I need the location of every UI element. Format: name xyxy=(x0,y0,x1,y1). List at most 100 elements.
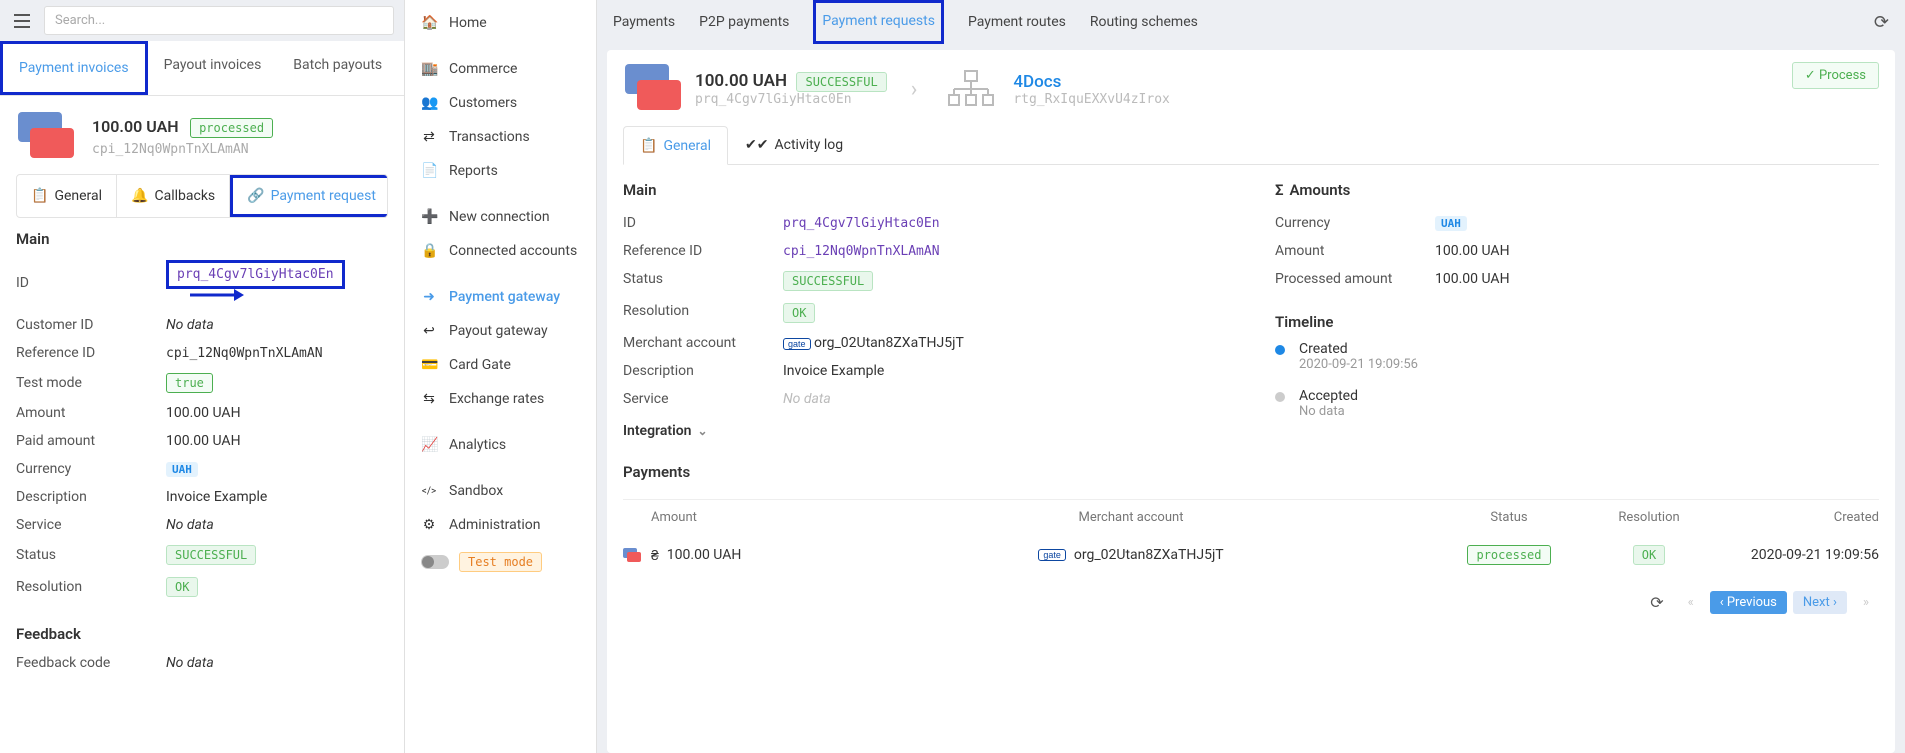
row-merchant-value: org_02Utan8ZXaTHJ5jT xyxy=(1074,547,1224,563)
menu-card-gate[interactable]: 💳Card Gate xyxy=(405,348,596,382)
right-main: Payments P2P payments Payment requests P… xyxy=(597,0,1905,753)
hamburger-icon[interactable] xyxy=(10,9,34,33)
menu-administration[interactable]: ⚙Administration xyxy=(405,508,596,542)
menu-new-connection-label: New connection xyxy=(449,209,550,225)
menu-new-connection[interactable]: ➕New connection xyxy=(405,200,596,234)
bc-texts: 100.00 UAH SUCCESSFUL prq_4Cgv7lGiyHtac0… xyxy=(695,71,887,107)
arrow-right-icon xyxy=(190,289,244,305)
reload-icon[interactable]: ⟳ xyxy=(1650,593,1663,612)
tab-batch-payouts[interactable]: Batch payouts xyxy=(277,41,398,95)
toptab-payment-routes[interactable]: Payment routes xyxy=(968,2,1066,42)
status-value: SUCCESSFUL xyxy=(166,545,256,565)
menu-reports[interactable]: 📄Reports xyxy=(405,154,596,188)
hryvnia-icon: ₴ xyxy=(651,547,659,564)
test-mode-toggle[interactable] xyxy=(421,555,449,569)
left-panel: Search... Payment invoices Payout invoic… xyxy=(0,0,405,753)
menu-payment-gateway-label: Payment gateway xyxy=(449,289,560,305)
timeline-accepted: Accepted No data xyxy=(1275,388,1879,419)
resolution-label: Resolution xyxy=(16,579,166,595)
toptab-payments[interactable]: Payments xyxy=(613,2,675,42)
service-value: No data xyxy=(166,517,388,533)
kv-id-label: ID xyxy=(623,215,783,231)
dtab-activity-log[interactable]: ✔✔Activity log xyxy=(728,126,860,164)
menu-commerce[interactable]: 🏬Commerce xyxy=(405,52,596,86)
integration-collapse[interactable]: Integration⌄ xyxy=(623,413,1227,449)
menu-sandbox-label: Sandbox xyxy=(449,483,503,499)
tab-deposit[interactable]: Deposit xyxy=(398,41,404,95)
check-icon: ✓ xyxy=(1805,68,1816,83)
pager-next[interactable]: Next › xyxy=(1793,591,1847,614)
menu-analytics-label: Analytics xyxy=(449,437,506,453)
toptab-payment-requests[interactable]: Payment requests xyxy=(813,0,944,44)
menu-analytics[interactable]: 📈Analytics xyxy=(405,428,596,462)
resolution-value: OK xyxy=(166,577,198,597)
menu-customers-label: Customers xyxy=(449,95,517,111)
menu-exchange-rates[interactable]: ⇆Exchange rates xyxy=(405,382,596,416)
toptab-routing-schemes[interactable]: Routing schemes xyxy=(1090,2,1198,42)
description-label: Description xyxy=(16,489,166,505)
toptab-p2p-payments[interactable]: P2P payments xyxy=(699,2,789,42)
bc-status-badge: SUCCESSFUL xyxy=(796,72,886,92)
menu-home[interactable]: 🏠Home xyxy=(405,6,596,40)
subtab-payment-request[interactable]: 🔗Payment request xyxy=(230,175,388,217)
chevron-down-icon: ⌄ xyxy=(697,424,707,438)
timeline-heading: Timeline xyxy=(1275,313,1879,331)
customer-id-value: No data xyxy=(166,317,388,333)
test-mode-label: Test mode xyxy=(16,375,166,391)
test-mode-badge: Test mode xyxy=(459,552,542,572)
tab-payout-invoices[interactable]: Payout invoices xyxy=(148,41,278,95)
kv-currency: CurrencyUAH xyxy=(1275,209,1879,237)
id-value[interactable]: prq_4Cgv7lGiyHtac0En xyxy=(166,260,345,289)
timeline-accepted-time: No data xyxy=(1299,404,1358,419)
file-icon: 📄 xyxy=(421,163,437,179)
kv-id-value[interactable]: prq_4Cgv7lGiyHtac0En xyxy=(783,216,940,231)
dtab-general[interactable]: 📋General xyxy=(623,126,728,165)
refresh-icon[interactable]: ⟳ xyxy=(1874,12,1889,33)
row-paid-amount: Paid amount100.00 UAH xyxy=(16,427,388,455)
search-input[interactable]: Search... xyxy=(44,6,394,35)
kv-status-value: SUCCESSFUL xyxy=(783,271,873,291)
reference-id-label: Reference ID xyxy=(16,345,166,361)
amount-value: 100.00 UAH xyxy=(166,405,388,421)
subtab-callbacks[interactable]: 🔔Callbacks xyxy=(117,175,230,217)
gate-badge: gate xyxy=(783,338,811,350)
row-amount: Amount100.00 UAH xyxy=(16,399,388,427)
subtab-general[interactable]: 📋General xyxy=(17,175,117,217)
section-main-heading: Main xyxy=(16,230,388,248)
status-badge: processed xyxy=(190,118,273,138)
kv-amount-label: Amount xyxy=(1275,243,1435,259)
process-button[interactable]: ✓ Process xyxy=(1792,62,1879,89)
kv-description-label: Description xyxy=(623,363,783,379)
link-icon: 🔗 xyxy=(247,188,264,204)
paid-amount-value: 100.00 UAH xyxy=(166,433,388,449)
dtab-general-label: General xyxy=(663,138,711,154)
kv-ref-value[interactable]: cpi_12Nq0WpnTnXLAmAN xyxy=(783,244,940,259)
pager-prev[interactable]: ‹ Previous xyxy=(1710,591,1787,614)
tab-payment-invoices[interactable]: Payment invoices xyxy=(0,41,148,95)
timeline-created-label: Created xyxy=(1299,341,1418,357)
users-icon: 👥 xyxy=(421,95,437,111)
table-row[interactable]: ₴ 100.00 UAH gateorg_02Utan8ZXaTHJ5jT pr… xyxy=(623,535,1879,575)
docs-link[interactable]: 4Docs xyxy=(1013,72,1170,92)
pager-last[interactable]: » xyxy=(1853,591,1879,614)
left-topbar: Search... xyxy=(0,0,404,41)
menu-payment-gateway[interactable]: ➜Payment gateway xyxy=(405,280,596,314)
kv-service-label: Service xyxy=(623,391,783,407)
menu-connected-accounts[interactable]: 🔒Connected accounts xyxy=(405,234,596,268)
menu-transactions[interactable]: ⇄Transactions xyxy=(405,120,596,154)
card-icon xyxy=(16,112,76,162)
menu-sandbox[interactable]: </>Sandbox xyxy=(405,474,596,508)
hero-texts: 100.00 UAH processed cpi_12Nq0WpnTnXLAmA… xyxy=(92,117,273,157)
bell-icon: 🔔 xyxy=(131,188,148,204)
menu-payout-gateway[interactable]: ↩Payout gateway xyxy=(405,314,596,348)
customer-id-label: Customer ID xyxy=(16,317,166,333)
bc-routing-texts: 4Docs rtg_RxIquEXXvU4zIrox xyxy=(1013,72,1170,107)
detail-tabs: 📋General ✔✔Activity log xyxy=(623,126,1879,165)
kv-processed-value: 100.00 UAH xyxy=(1435,271,1879,287)
bc-routing[interactable]: 4Docs rtg_RxIquEXXvU4zIrox xyxy=(941,64,1170,114)
menu-customers[interactable]: 👥 Customers xyxy=(405,86,596,120)
pager-first[interactable]: « xyxy=(1678,591,1704,614)
col-main: Main IDprq_4Cgv7lGiyHtac0En Reference ID… xyxy=(623,175,1227,491)
menu-home-label: Home xyxy=(449,15,487,31)
dot-icon xyxy=(1275,345,1285,355)
